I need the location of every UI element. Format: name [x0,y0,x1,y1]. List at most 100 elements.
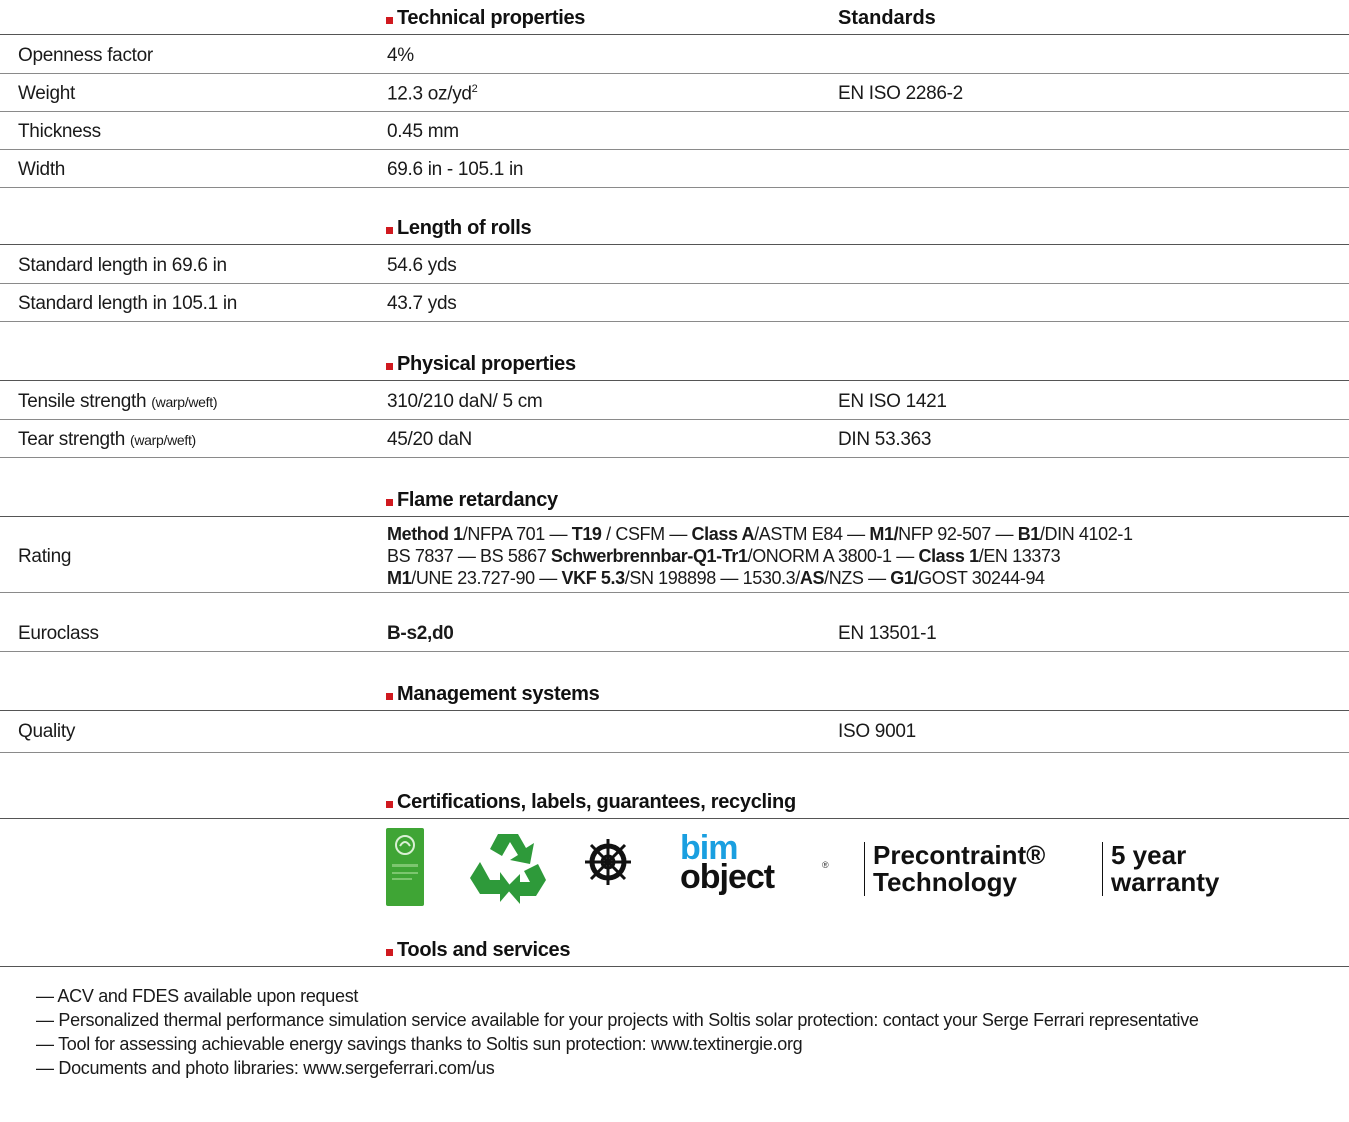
rating-standard-bold: G1/ [890,568,919,588]
row-label: Tear strength (warp/weft) [18,429,196,451]
recycling-icon [470,834,546,904]
rating-standard-text: /DIN 4102-1 [1039,524,1133,544]
label-note: (warp/weft) [129,432,196,448]
rating-standard-text: /UNE 23.727-90 — [411,568,562,588]
row-value: 69.6 in - 105.1 in [387,159,524,180]
precontraint-line1: Precontraint® [873,840,1046,870]
table-row: Quality ISO 9001 [0,712,1349,749]
section-title: Flame retardancy [386,489,558,512]
rating-standard-bold: B1 [1017,524,1041,544]
row-label: Thickness [18,121,101,142]
rating-standard-bold: VKF 5.3 [561,568,626,588]
rating-standard-bold: Method 1 [387,524,463,544]
label-note: (warp/weft) [151,394,218,410]
rating-standard-bold: AS [799,568,825,588]
physical-heading: Physical properties [397,353,576,375]
row-standard: EN 13501-1 [838,623,937,644]
row-value: 54.6 yds [387,255,457,276]
technical-heading: Technical properties [397,7,586,29]
section-title: Length of rolls [386,217,532,240]
rating-standard-bold: M1 [387,568,412,588]
section-header-technical: Technical properties Standards [0,0,1349,35]
standards-heading: Standards [838,7,936,29]
divider [0,752,1349,753]
row-label: Standard length in 69.6 in [18,255,227,276]
list-item: — ACV and FDES available upon request [36,986,359,1006]
management-heading: Management systems [397,683,600,705]
row-standard: ISO 9001 [838,721,916,742]
label-text: Tensile strength [18,391,147,412]
row-label: Standard length in 105.1 in [18,293,238,314]
table-row: Euroclass B-s2,d0 EN 13501-1 [0,614,1349,652]
certification-logos: bim object ® Precontraint® Technology 5 … [380,822,1280,912]
label-text: Tear strength [18,429,125,450]
row-standard: EN ISO 1421 [838,391,947,412]
section-header-rolls: Length of rolls [0,210,1349,245]
row-label: Weight [18,83,75,104]
bullet-icon [386,949,393,956]
rolls-heading: Length of rolls [397,217,532,239]
section-header-tools: Tools and services [0,932,1349,967]
row-label: Tensile strength (warp/weft) [18,391,218,413]
ship-wheel-icon [585,839,631,885]
rating-row: Rating Method 1/NFPA 701 — T19 / CSFM — … [0,518,1349,593]
rating-standard-text: NFP 92-507 — [898,524,1018,544]
certifications-heading: Certifications, labels, guarantees, recy… [397,791,796,813]
rating-standard-text: /NZS — [824,568,891,588]
rating-line: Method 1/NFPA 701 — T19 / CSFM — Class A… [387,523,1133,545]
row-value: 0.45 mm [387,121,459,142]
weight-exponent: 2 [471,83,478,95]
bullet-icon [386,227,393,234]
weight-value: 12.3 oz/yd [387,83,472,105]
tools-heading: Tools and services [397,939,571,961]
row-value: 310/210 daN/ 5 cm [387,391,543,412]
table-row: Width 69.6 in - 105.1 in [0,150,1349,188]
bim-object-logo: bim object ® [680,831,840,904]
rating-standard-text: BS 7837 — BS 5867 [387,546,551,566]
bullet-icon [386,499,393,506]
section-title: Tools and services [386,939,571,962]
row-standard: EN ISO 2286-2 [838,83,963,104]
list-item: — Tool for assessing achievable energy s… [36,1034,803,1054]
table-row: Openness factor 4% [0,36,1349,74]
row-value: 4% [387,45,414,66]
row-label: Euroclass [18,623,99,644]
rating-standard-text: /SN 198898 — 1530.3/ [624,568,801,588]
rating-standard-text: /EN 13373 [978,546,1061,566]
green-label-icon [386,828,424,906]
rating-standard-bold: Class A [691,524,755,544]
bullet-icon [386,693,393,700]
section-header-physical: Physical properties [0,346,1349,381]
flame-heading: Flame retardancy [397,489,558,511]
bullet-icon [386,801,393,808]
rating-standard-bold: T19 [571,524,602,544]
section-title: Technical properties [386,7,585,30]
warranty-logo: 5 year warranty [1102,842,1219,896]
row-value: B-s2,d0 [387,623,454,644]
section-title: Certifications, labels, guarantees, recy… [386,791,796,814]
table-row: Weight 12.3 oz/yd2 EN ISO 2286-2 [0,74,1349,112]
section-header-management: Management systems [0,676,1349,711]
bullet-icon [386,17,393,24]
row-label: Quality [18,721,76,742]
table-row: Standard length in 105.1 in 43.7 yds [0,284,1349,322]
section-title: Management systems [386,683,600,706]
warranty-line1: 5 year [1111,840,1187,870]
rating-line: BS 7837 — BS 5867 Schwerbrennbar-Q1-Tr1/… [387,545,1133,567]
row-standard: DIN 53.363 [838,429,932,450]
section-title: Physical properties [386,353,576,376]
row-value: 45/20 daN [387,429,472,450]
list-item: — Documents and photo libraries: www.ser… [36,1058,495,1078]
warranty-line2: warranty [1111,867,1220,897]
row-label: Width [18,159,66,180]
section-header-certifications: Certifications, labels, guarantees, recy… [0,784,1349,819]
object-text: object [680,858,775,896]
rating-standard-bold: M1/ [869,524,899,544]
rating-value: Method 1/NFPA 701 — T19 / CSFM — Class A… [387,523,1133,589]
rating-standard-text: GOST 30244-94 [918,568,1045,588]
list-item: — Personalized thermal performance simul… [36,1010,1199,1030]
precontraint-line2: Technology [873,867,1017,897]
registered-icon: ® [822,860,829,870]
rating-standard-text: / CSFM — [601,524,692,544]
section-header-flame: Flame retardancy [0,482,1349,517]
